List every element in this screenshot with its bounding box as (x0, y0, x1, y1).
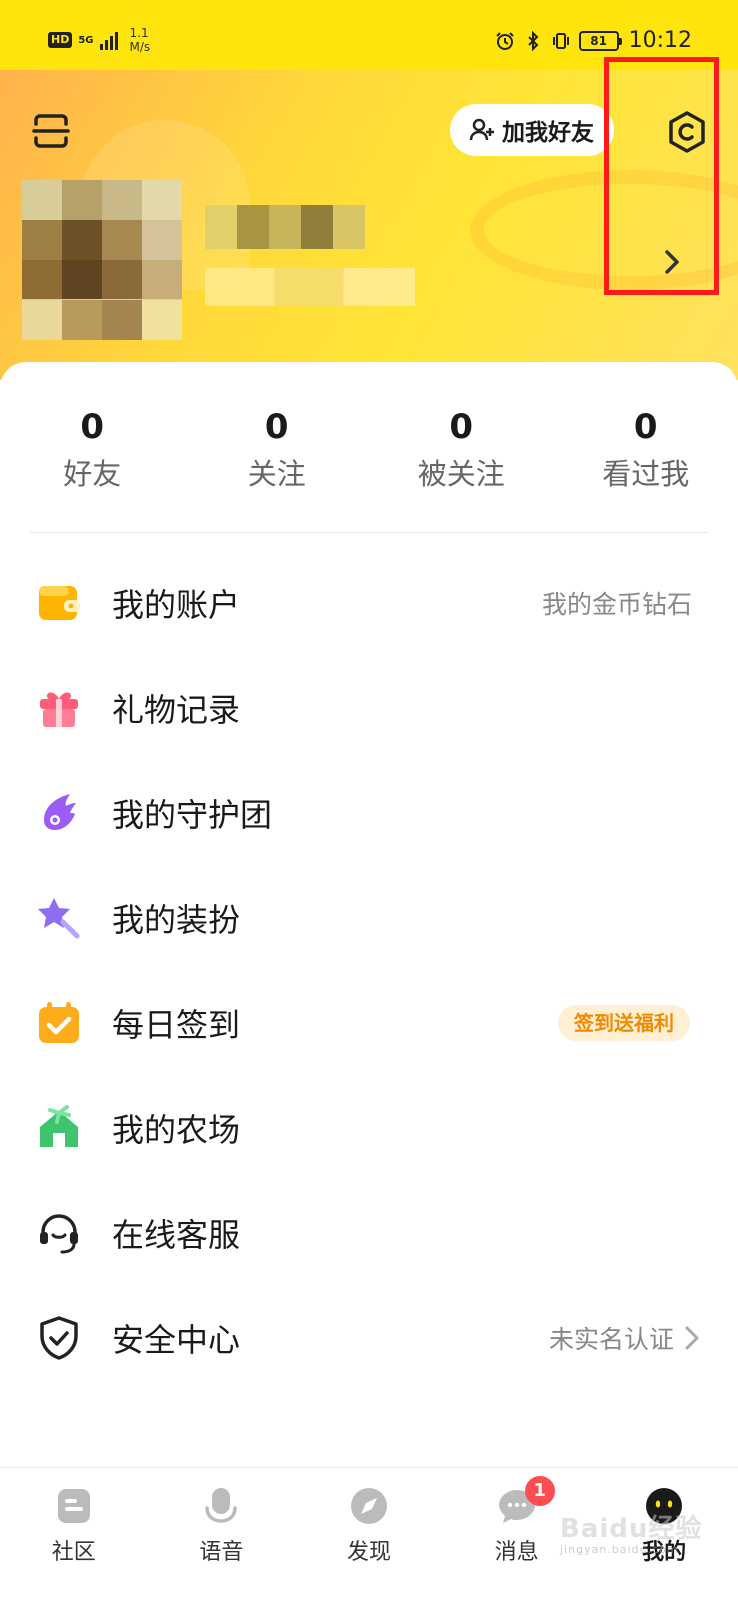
divider (30, 532, 708, 533)
guard-wing-icon (44, 794, 76, 830)
nav-label: 发现 (346, 1540, 391, 1565)
tab-discover[interactable]: 发现 (295, 1468, 443, 1600)
profile-content: 0 好友 0 关注 0 被关注 0 看过我 我的账户 我的金币钻石 礼物记录 我… (0, 362, 738, 1467)
stat-label: 关注 (247, 457, 306, 491)
stats-row: 0 好友 0 关注 0 被关注 0 看过我 (0, 407, 738, 493)
stat-value: 0 (449, 407, 474, 447)
menu-label: 礼物记录 (112, 690, 241, 729)
checkin-reward-badge[interactable]: 签到送福利 (558, 1005, 690, 1041)
alarm-icon (495, 31, 514, 50)
menu-label: 每日签到 (112, 1005, 241, 1044)
menu-label: 我的守护团 (112, 795, 273, 834)
status-left: HD 5G 1.1 M/s (48, 26, 150, 54)
calendar-check-icon (39, 1002, 79, 1043)
stat-value: 0 (264, 407, 289, 447)
chevron-right-icon (685, 1326, 699, 1349)
menu-item-support[interactable]: 在线客服 (0, 1180, 738, 1285)
menu-hint: 我的金币钻石 (541, 589, 692, 619)
wallet-icon (39, 586, 80, 620)
vibrate-icon (552, 32, 569, 49)
menu-hint: 未实名认证 (549, 1320, 700, 1356)
menu-label: 我的账户 (112, 585, 241, 624)
magic-wand-icon (38, 898, 80, 939)
clock: 10:12 (628, 28, 692, 53)
menu-item-guard[interactable]: 我的守护团 (0, 760, 738, 865)
menu-label: 我的装扮 (112, 900, 241, 939)
gift-icon (40, 692, 78, 727)
tab-voice[interactable]: 语音 (148, 1468, 296, 1600)
headset-icon (40, 1214, 78, 1254)
stat-label: 被关注 (417, 457, 505, 491)
menu-item-gifts[interactable]: 礼物记录 (0, 655, 738, 760)
bottom-nav: 社区 语音 发现 1 消息 我的 Baidu经验 jingyan.baidu.c… (0, 1467, 738, 1600)
farm-house-icon (40, 1105, 78, 1147)
menu-list: 我的账户 我的金币钻石 礼物记录 我的守护团 我的装扮 每日签到 签到送福利 我… (0, 550, 738, 1390)
stat-followers[interactable]: 0 被关注 (369, 407, 554, 493)
signal-icon (99, 30, 118, 50)
nav-label: 语音 (199, 1540, 244, 1565)
hd-badge: HD (48, 32, 73, 48)
network-gen: 5G (78, 34, 94, 46)
shield-check-icon (40, 1316, 78, 1360)
watermark-url: jingyan.baidu.com (560, 1543, 679, 1556)
status-right: 81 10:12 (495, 28, 692, 53)
community-icon (57, 1489, 90, 1523)
microphone-icon (205, 1488, 238, 1523)
stat-value: 0 (80, 407, 105, 447)
stat-friends[interactable]: 0 好友 (0, 407, 185, 493)
menu-label: 安全中心 (112, 1320, 241, 1359)
menu-item-checkin[interactable]: 每日签到 签到送福利 (0, 970, 738, 1075)
stat-label: 好友 (63, 457, 122, 491)
scan-icon[interactable] (30, 110, 72, 152)
stat-value: 0 (633, 407, 658, 447)
compass-icon (350, 1488, 387, 1524)
speed-unit: M/s (129, 40, 151, 54)
battery-icon: 81 (578, 30, 622, 51)
watermark-brand: Baidu经验 (560, 1514, 703, 1544)
menu-label: 在线客服 (112, 1215, 241, 1254)
nickname-blurred (205, 205, 365, 249)
menu-item-dressup[interactable]: 我的装扮 (0, 865, 738, 970)
menu-label: 我的农场 (112, 1110, 241, 1149)
add-friend-label: 加我好友 (502, 120, 594, 146)
highlight-annotation (604, 57, 719, 295)
menu-item-account[interactable]: 我的账户 我的金币钻石 (0, 550, 738, 655)
verification-status: 未实名认证 (548, 1324, 674, 1354)
stat-following[interactable]: 0 关注 (185, 407, 370, 493)
user-id-blurred (205, 268, 415, 306)
stat-visitors[interactable]: 0 看过我 (554, 407, 738, 493)
menu-item-farm[interactable]: 我的农场 (0, 1075, 738, 1180)
stat-label: 看过我 (602, 457, 690, 491)
unread-badge: 1 (524, 1476, 555, 1506)
menu-item-security[interactable]: 安全中心 未实名认证 (0, 1285, 738, 1390)
avatar[interactable] (22, 180, 182, 340)
bluetooth-icon (527, 30, 539, 51)
tab-community[interactable]: 社区 (0, 1468, 148, 1600)
add-friend-button[interactable]: 加我好友 (450, 104, 614, 156)
network-speed: 1.1 M/s (130, 26, 151, 54)
watermark: Baidu经验 jingyan.baidu.com (560, 1508, 702, 1556)
nav-label: 社区 (51, 1540, 96, 1565)
add-user-icon (469, 118, 494, 141)
speed-value: 1.1 (129, 26, 149, 40)
